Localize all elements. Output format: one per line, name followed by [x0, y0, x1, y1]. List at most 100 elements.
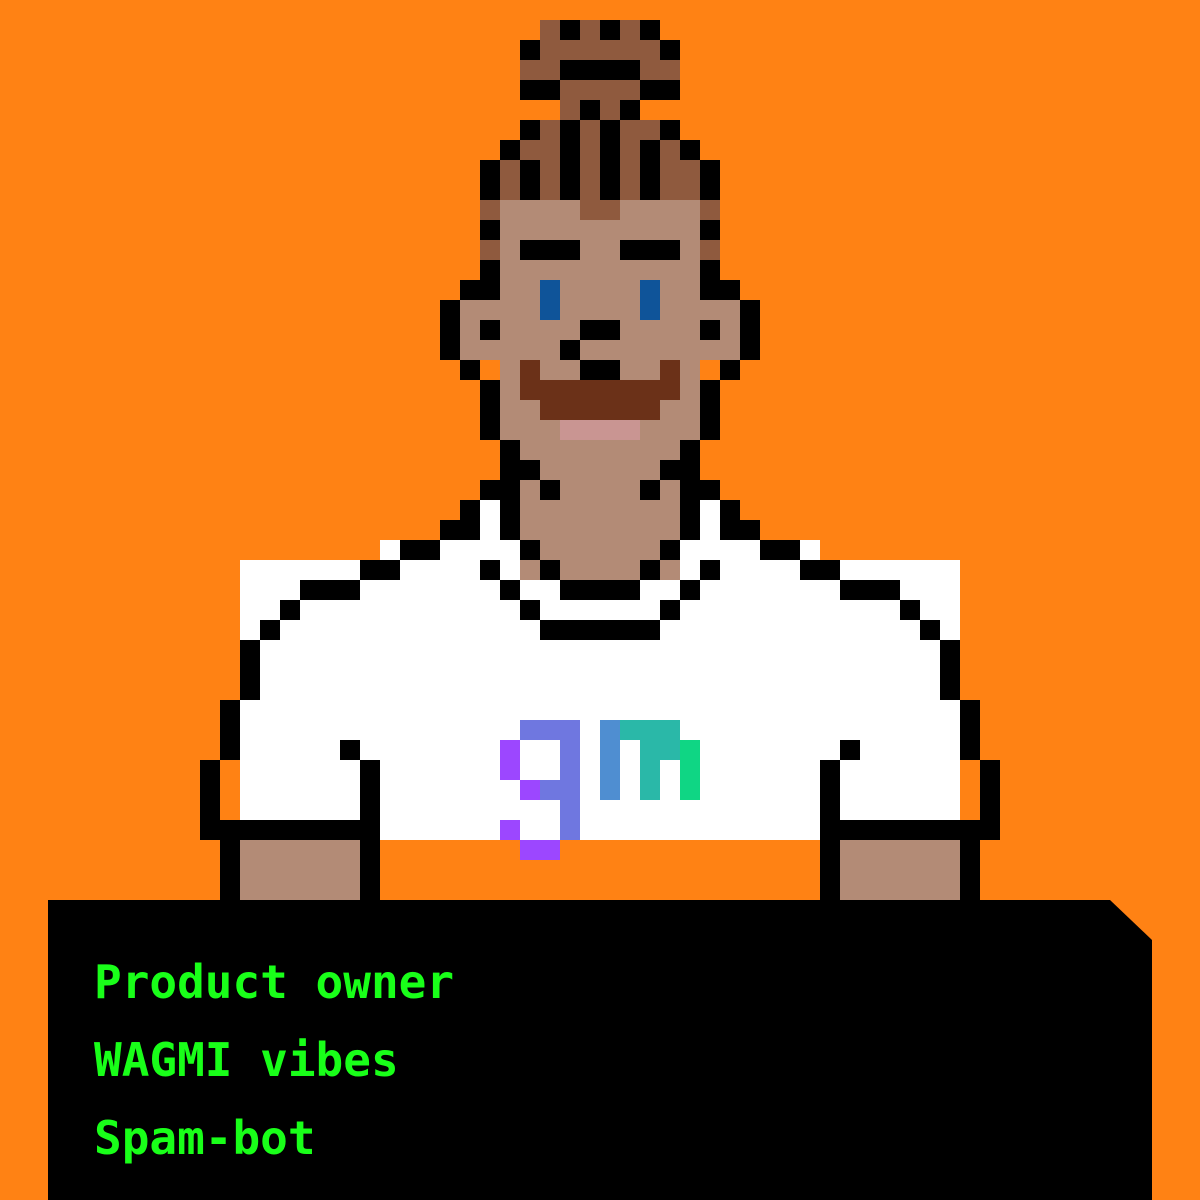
- shoulder-outline: [740, 520, 760, 540]
- lower-lip: [560, 420, 640, 440]
- face-outline: [460, 360, 480, 380]
- jaw-outline: [660, 460, 700, 480]
- collar-outline: [660, 540, 680, 560]
- sideburn: [700, 240, 720, 260]
- trait-special: Spam-bot: [94, 1111, 316, 1165]
- sleeve-hem: [840, 820, 980, 840]
- right-arm: [840, 840, 960, 900]
- logo-pixel: [660, 720, 680, 740]
- shoulder-outline: [400, 540, 440, 560]
- shoulder-outline: [280, 600, 300, 620]
- hair-detail: [560, 20, 580, 40]
- neck-detail: [540, 480, 560, 500]
- collar-outline: [540, 620, 660, 640]
- hair-outline: [500, 140, 520, 160]
- hair-outline: [700, 160, 720, 200]
- logo-pixel: [640, 740, 660, 800]
- logo-pixel: [620, 720, 660, 740]
- collar-outline: [680, 500, 700, 540]
- arm-outline: [220, 840, 240, 900]
- sleeve-outline: [980, 760, 1000, 840]
- hair-detail: [620, 100, 640, 120]
- sideburn: [480, 200, 500, 220]
- ear-outline: [440, 300, 460, 360]
- shoulder-outline: [920, 620, 940, 640]
- nose: [580, 320, 620, 340]
- hair-detail: [580, 100, 600, 120]
- sleeve-outline: [960, 700, 980, 760]
- collar-outline: [480, 480, 520, 500]
- collar-outline: [520, 600, 540, 620]
- ear-detail: [700, 320, 720, 340]
- braid-line: [560, 120, 580, 200]
- trait-role: Product owner: [94, 955, 455, 1009]
- torso-outline: [820, 760, 840, 900]
- sleeve-fold: [840, 740, 860, 760]
- logo-pixel: [500, 740, 520, 780]
- logo-pixel: [520, 720, 540, 740]
- right-eyebrow: [620, 240, 680, 260]
- logo-pixel: [560, 740, 580, 840]
- nose: [580, 360, 620, 380]
- hair-outline: [520, 80, 560, 100]
- braid-line: [640, 140, 660, 200]
- shoulder-outline: [940, 640, 960, 700]
- collar-outline: [660, 600, 680, 620]
- sleeve-outline: [220, 700, 240, 760]
- hair-outline: [480, 160, 500, 200]
- left-eyebrow: [520, 240, 580, 260]
- collar-outline: [540, 560, 560, 580]
- logo-pixel: [520, 840, 560, 860]
- shoulder-outline: [440, 520, 460, 540]
- nose: [560, 340, 580, 360]
- collar-outline: [500, 580, 520, 600]
- logo-pixel: [680, 740, 700, 800]
- braid-line: [520, 160, 540, 200]
- face-outline: [720, 360, 740, 380]
- left-eye: [540, 280, 560, 320]
- braid-line: [600, 120, 620, 200]
- shoulder-outline: [300, 580, 360, 600]
- neck-detail: [640, 480, 660, 500]
- shoulder-outline: [460, 500, 480, 540]
- shoulder-outline: [840, 580, 900, 600]
- hair-outline: [520, 120, 540, 140]
- sleeve-fold: [340, 740, 360, 760]
- trait-vibe: WAGMI vibes: [94, 1033, 399, 1087]
- collar-outline: [500, 500, 520, 540]
- sleeve-hem: [220, 820, 360, 840]
- sleeve-outline: [200, 760, 220, 840]
- hair-outline: [640, 80, 680, 100]
- collar-outline: [480, 560, 500, 580]
- torso-outline: [360, 760, 380, 900]
- face-outline: [720, 280, 740, 300]
- face-outline: [700, 220, 720, 240]
- logo-pixel: [500, 820, 520, 840]
- face-outline: [480, 220, 500, 240]
- shoulder-outline: [720, 500, 740, 540]
- logo-pixel: [520, 780, 540, 800]
- collar-outline: [640, 560, 660, 580]
- shoulder-outline: [360, 560, 400, 580]
- left-arm: [240, 840, 360, 900]
- sideburn: [480, 240, 500, 260]
- shoulder-outline: [900, 600, 920, 620]
- ear-detail: [480, 320, 500, 340]
- jaw-outline: [500, 440, 520, 460]
- traits-panel: Product owner WAGMI vibes Spam-bot: [48, 900, 1152, 1200]
- hair-outline: [680, 140, 700, 160]
- hair-outline: [520, 40, 540, 60]
- collar-outline: [700, 560, 720, 580]
- sideburn: [700, 200, 720, 220]
- face-outline: [700, 260, 720, 300]
- logo-pixel: [540, 720, 580, 740]
- mustache: [540, 400, 660, 420]
- shoulder-outline: [760, 540, 800, 560]
- right-eye: [640, 280, 660, 320]
- collar-outline: [560, 580, 640, 600]
- arm-outline: [960, 840, 980, 900]
- hair-outline: [660, 120, 680, 140]
- ear-outline: [740, 300, 760, 360]
- shoulder-outline: [260, 620, 280, 640]
- collar-outline: [520, 540, 540, 560]
